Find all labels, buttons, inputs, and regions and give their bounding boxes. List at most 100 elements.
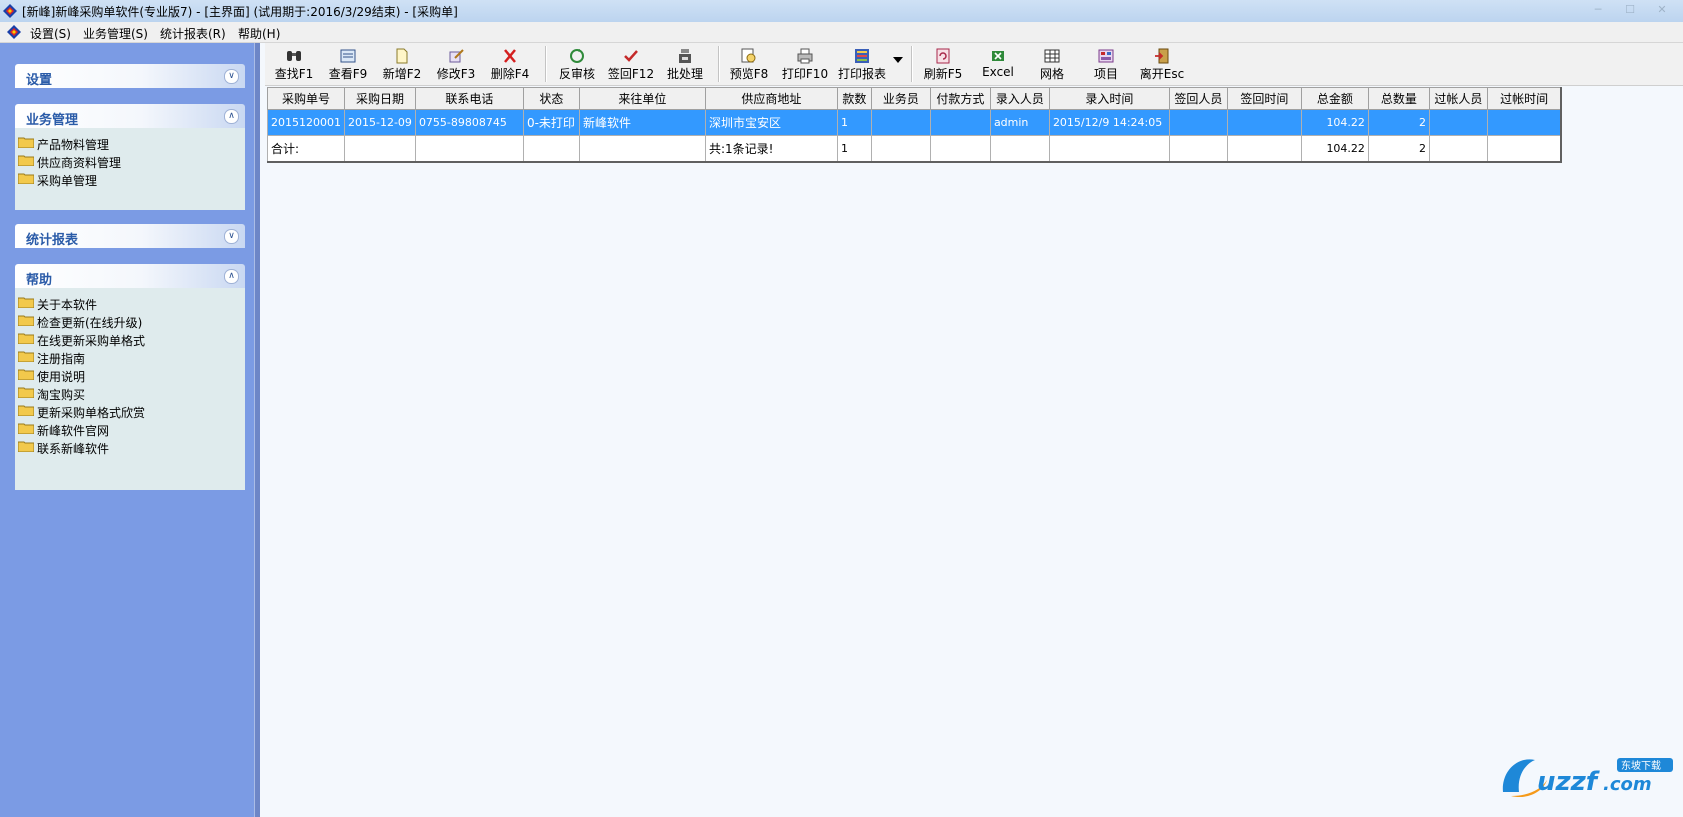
- button-label: 离开Esc: [1139, 67, 1185, 81]
- excel-button[interactable]: Excel: [973, 43, 1023, 85]
- table-cell[interactable]: [1428, 109, 1488, 136]
- menu-help[interactable]: 帮助(H): [238, 25, 280, 42]
- group-body: 产品物料管理 供应商资料管理 采购单管理: [15, 128, 245, 210]
- sign-back-button[interactable]: 签回F12: [606, 43, 656, 85]
- column-header[interactable]: 业务员: [870, 87, 931, 110]
- sidebar-item-taobao[interactable]: 淘宝购买: [17, 384, 245, 402]
- group-header-settings[interactable]: 设置 ∨: [15, 64, 245, 88]
- table-cell[interactable]: 2: [1367, 109, 1430, 136]
- table-cell[interactable]: 深圳市宝安区: [704, 109, 838, 136]
- table-cell[interactable]: admin: [989, 109, 1050, 136]
- panel-splitter[interactable]: [254, 43, 260, 817]
- app-logo-icon: [3, 4, 17, 18]
- chevron-up-icon[interactable]: ∧: [224, 269, 239, 284]
- table-cell[interactable]: 2015/12/9 14:24:05: [1048, 109, 1170, 136]
- table-cell[interactable]: 0755-89808745: [414, 109, 524, 136]
- sidebar-item-update-format[interactable]: 在线更新采购单格式: [17, 330, 245, 348]
- table-cell[interactable]: [1486, 109, 1562, 136]
- table-cell[interactable]: [870, 109, 931, 136]
- folder-icon: [18, 155, 34, 166]
- binoculars-icon: [287, 51, 301, 61]
- table-cell[interactable]: 新峰软件: [578, 109, 706, 136]
- sidebar-item-label: 淘宝购买: [37, 388, 86, 402]
- svg-text:uzzf: uzzf: [1537, 767, 1601, 797]
- column-header[interactable]: 来往单位: [578, 87, 706, 110]
- group-header-reports[interactable]: 统计报表 ∨: [15, 224, 245, 248]
- table-cell[interactable]: [1226, 109, 1302, 136]
- batch-button[interactable]: 批处理: [660, 43, 710, 85]
- preview-button[interactable]: 预览F8: [724, 43, 774, 85]
- table-cell[interactable]: 0-未打印: [522, 109, 580, 136]
- column-header[interactable]: 供应商地址: [704, 87, 838, 110]
- sidebar-item-website[interactable]: 新峰软件官网: [17, 420, 245, 438]
- column-header[interactable]: 状态: [522, 87, 580, 110]
- button-label: 修改F3: [436, 67, 476, 81]
- sidebar-item-format-gallery[interactable]: 更新采购单格式欣赏: [17, 402, 245, 420]
- print-report-button[interactable]: 打印报表: [834, 43, 890, 85]
- unaudit-button[interactable]: 反审核: [552, 43, 602, 85]
- chevron-up-icon[interactable]: ∧: [224, 109, 239, 124]
- project-button[interactable]: 项目: [1081, 43, 1131, 85]
- column-header[interactable]: 联系电话: [414, 87, 524, 110]
- table-cell[interactable]: [929, 109, 991, 136]
- chevron-down-icon[interactable]: ∨: [224, 229, 239, 244]
- button-label: 反审核: [558, 67, 595, 81]
- menu-business[interactable]: 业务管理(S): [83, 25, 148, 42]
- table-cell[interactable]: 2015120001: [267, 109, 345, 136]
- exit-icon: [1155, 48, 1169, 64]
- table-cell: [989, 135, 1050, 163]
- table-cell[interactable]: 2015-12-09: [344, 109, 416, 136]
- column-header[interactable]: 签回人员: [1168, 87, 1228, 110]
- chevron-down-icon[interactable]: ∨: [224, 69, 239, 84]
- delete-button[interactable]: 删除F4: [485, 43, 535, 85]
- maximize-icon[interactable]: ☐: [1617, 3, 1643, 17]
- sidebar-item-suppliers[interactable]: 供应商资料管理: [17, 152, 245, 170]
- sidebar-item-products[interactable]: 产品物料管理: [17, 134, 245, 152]
- sidebar-item-purchase-orders[interactable]: 采购单管理: [17, 170, 245, 188]
- column-header[interactable]: 总数量: [1367, 87, 1430, 110]
- column-header[interactable]: 过帐人员: [1428, 87, 1488, 110]
- column-header[interactable]: 签回时间: [1226, 87, 1302, 110]
- view-button[interactable]: 查看F9: [323, 43, 373, 85]
- group-label: 统计报表: [26, 233, 79, 248]
- button-label: 查找F1: [274, 67, 314, 81]
- table-row[interactable]: 2015120001 2015-12-09 0755-89808745 0-未打…: [267, 109, 1562, 136]
- sidebar-item-label: 关于本软件: [37, 298, 98, 312]
- grid-button[interactable]: 网格: [1027, 43, 1077, 85]
- find-button[interactable]: 查找F1: [269, 43, 319, 85]
- column-header[interactable]: 录入人员: [989, 87, 1050, 110]
- menu-settings[interactable]: 设置(S): [30, 25, 71, 42]
- button-label: 删除F4: [490, 67, 530, 81]
- print-report-dropdown[interactable]: [891, 43, 905, 85]
- button-label: 打印报表: [837, 67, 886, 81]
- folder-icon: [18, 137, 34, 148]
- menu-reports[interactable]: 统计报表(R): [160, 25, 226, 42]
- column-header[interactable]: 采购日期: [344, 87, 416, 110]
- column-header[interactable]: 付款方式: [929, 87, 991, 110]
- column-header[interactable]: 采购单号: [267, 87, 345, 110]
- edit-button[interactable]: 修改F3: [431, 43, 481, 85]
- print-button[interactable]: 打印F10: [778, 43, 832, 85]
- sidebar-item-about[interactable]: 关于本软件: [17, 294, 245, 312]
- table-cell: [870, 135, 931, 163]
- folder-icon: [18, 351, 34, 362]
- new-button[interactable]: 新增F2: [377, 43, 427, 85]
- table-cell[interactable]: [1168, 109, 1228, 136]
- group-header-business[interactable]: 业务管理 ∧: [15, 104, 245, 128]
- sidebar-item-register-guide[interactable]: 注册指南: [17, 348, 245, 366]
- column-header[interactable]: 录入时间: [1048, 87, 1170, 110]
- exit-button[interactable]: 离开Esc: [1135, 43, 1189, 85]
- sidebar-item-manual[interactable]: 使用说明: [17, 366, 245, 384]
- close-icon[interactable]: ✕: [1649, 3, 1675, 17]
- sidebar-item-contact[interactable]: 联系新峰软件: [17, 438, 245, 456]
- column-header[interactable]: 总金额: [1300, 87, 1369, 110]
- total-row: 合计: 共:1条记录! 1 104.22 2: [267, 135, 1562, 163]
- column-header[interactable]: 过帐时间: [1486, 87, 1562, 110]
- table-cell[interactable]: 104.22: [1300, 109, 1369, 136]
- group-header-help[interactable]: 帮助 ∧: [15, 264, 245, 288]
- minimize-icon[interactable]: ─: [1585, 3, 1611, 17]
- table-cell[interactable]: 1: [836, 109, 872, 136]
- column-header[interactable]: 款数: [836, 87, 872, 110]
- refresh-button[interactable]: 刷新F5: [917, 43, 969, 85]
- sidebar-item-check-update[interactable]: 检查更新(在线升级): [17, 312, 245, 330]
